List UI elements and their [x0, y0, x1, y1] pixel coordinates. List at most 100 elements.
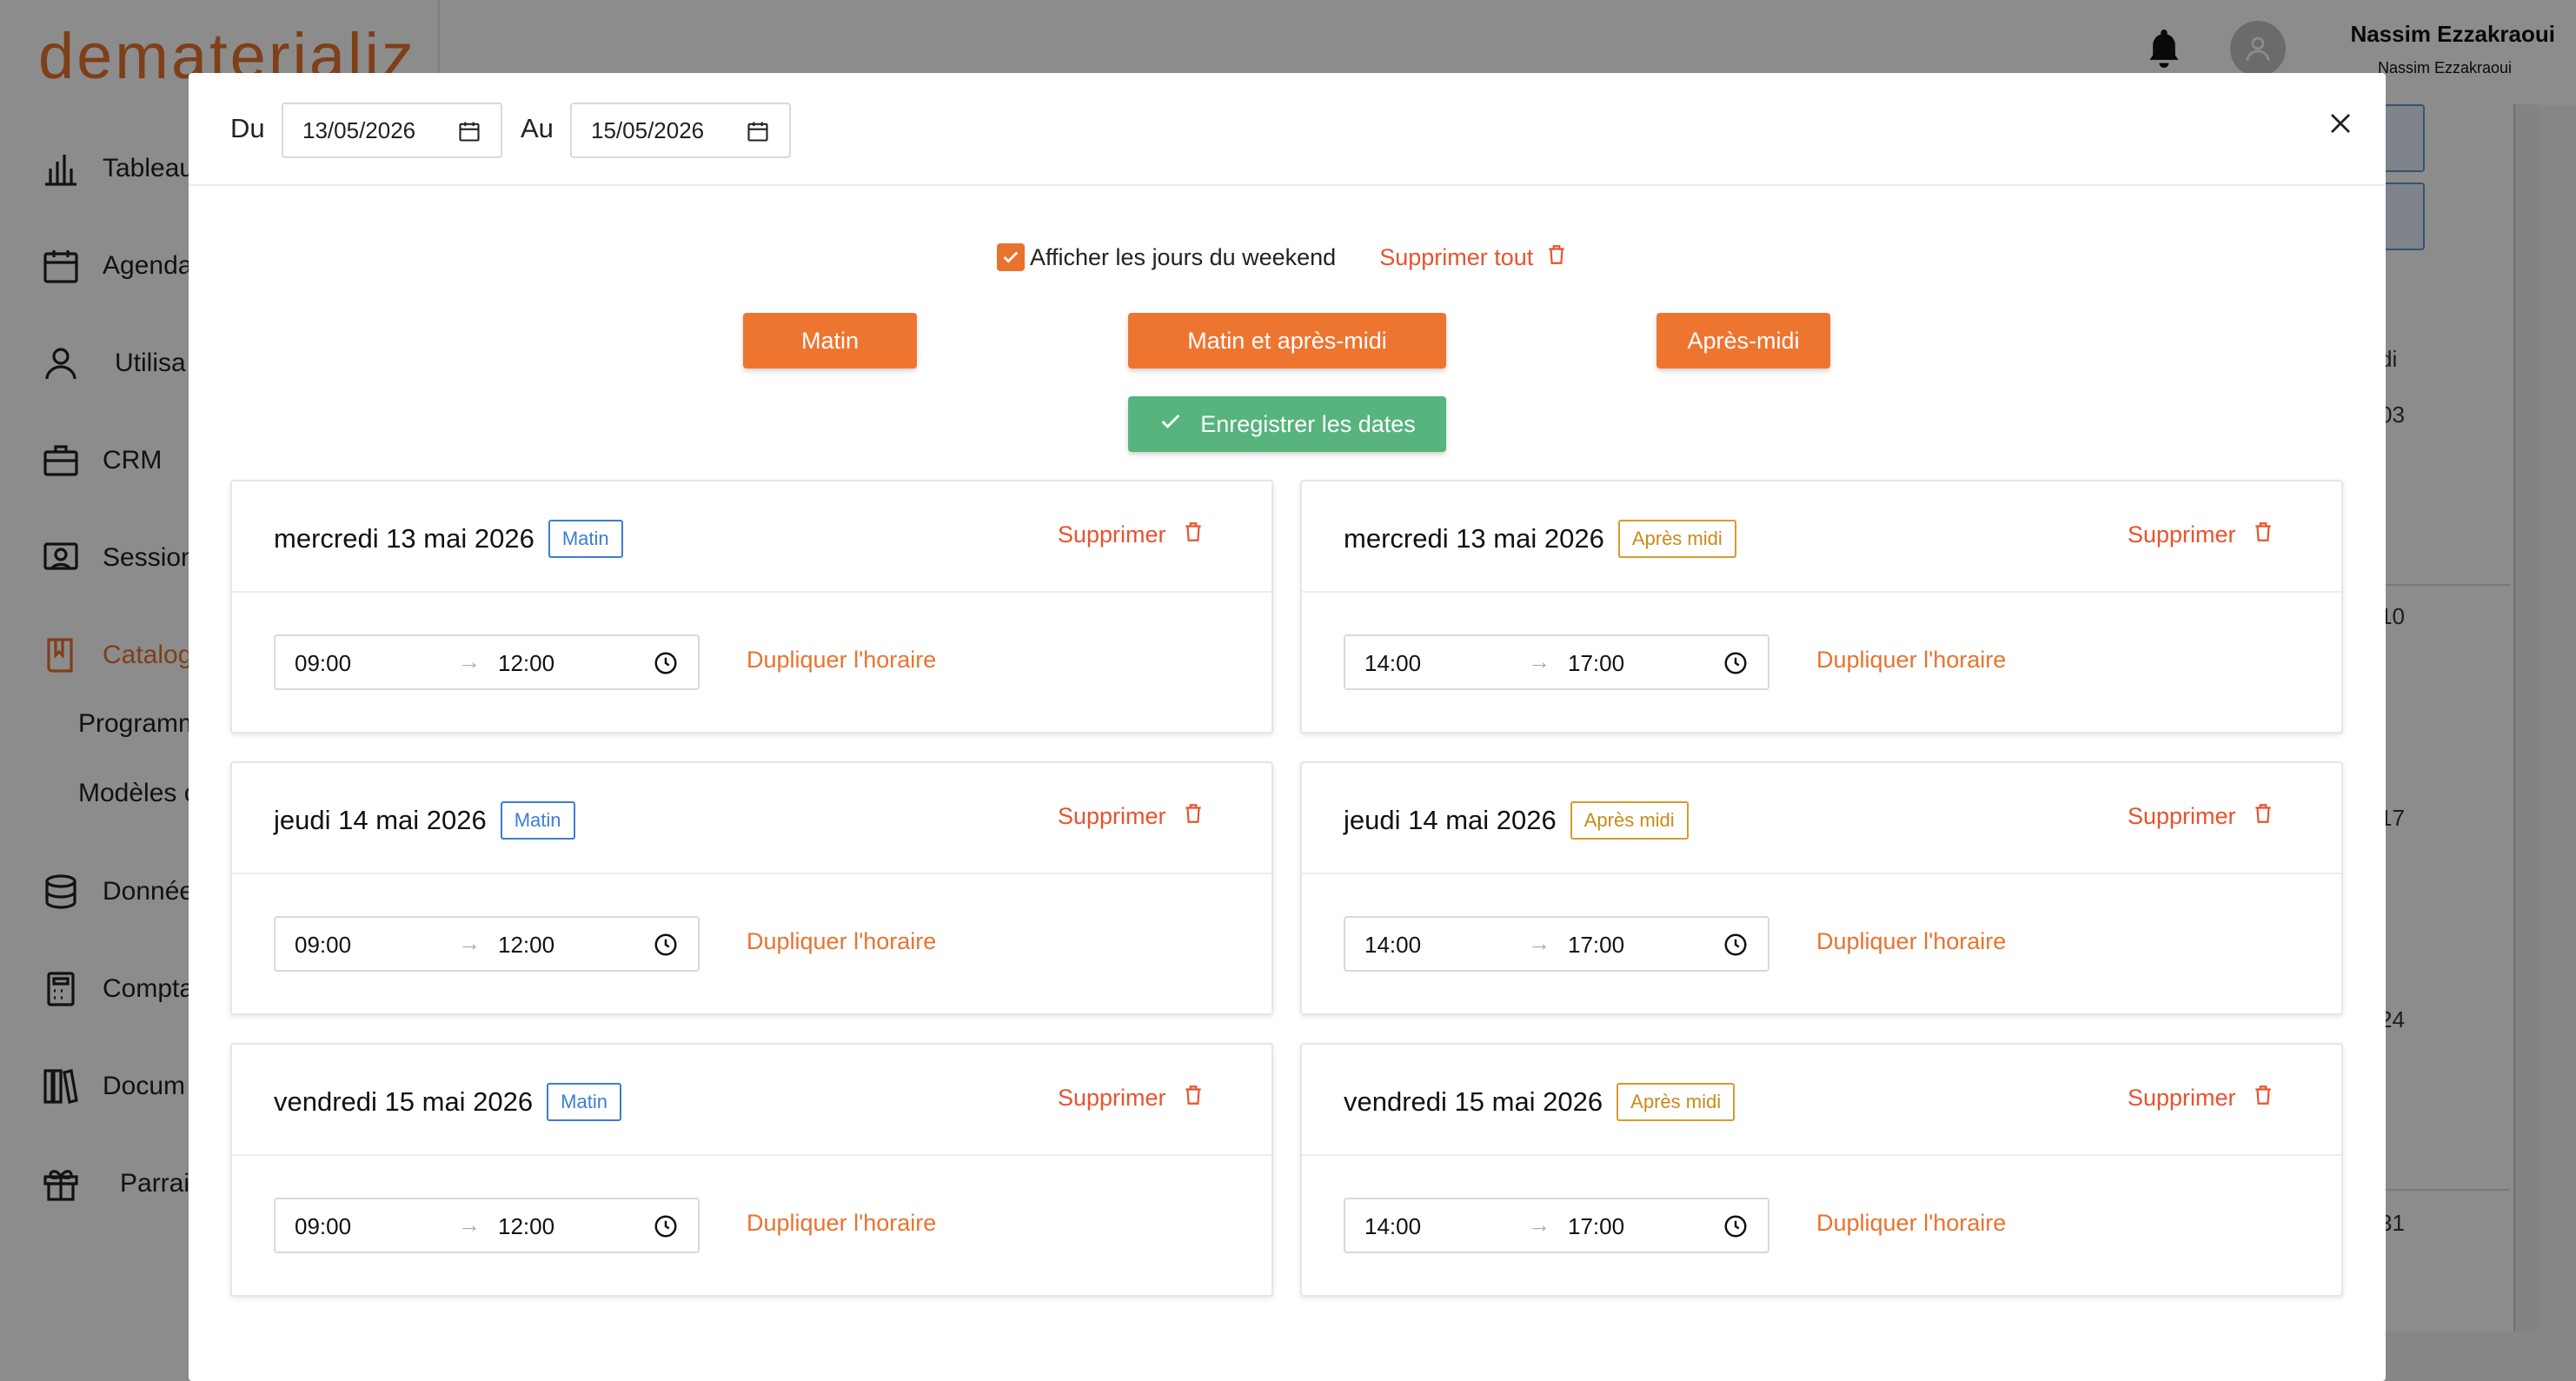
start-time[interactable]: 14:00 [1364, 932, 1421, 959]
slot-card: jeudi 14 mai 2026 Matin Supprimer 09:00 → 12:… [230, 761, 1273, 1015]
slot-card: vendredi 15 mai 2026 Matin Supprimer 09:00 →… [230, 1043, 1273, 1297]
slot-date-text: vendredi 15 mai 2026 [1344, 1086, 1603, 1117]
delete-slot-label: Supprimer [2128, 803, 2236, 829]
arrow-icon: → [1528, 930, 1550, 956]
delete-slot-button[interactable]: Supprimer [1058, 1083, 1205, 1113]
slot-card-header: mercredi 13 mai 2026 Après midi Supprimer [1302, 481, 2341, 593]
morning-afternoon-button[interactable]: Matin et après-midi [1128, 313, 1446, 368]
delete-all-button[interactable]: Supprimer tout [1379, 242, 1568, 273]
delete-slot-button[interactable]: Supprimer [2128, 520, 2274, 550]
weekend-checkbox[interactable] [997, 243, 1025, 271]
start-time[interactable]: 14:00 [1364, 650, 1421, 677]
to-label: Au [521, 113, 554, 143]
from-date-input[interactable]: 13/05/2026 [282, 103, 502, 158]
end-time[interactable]: 12:00 [498, 650, 554, 677]
slot-period-badge: Matin [547, 1083, 621, 1121]
clock-icon [653, 932, 679, 958]
time-range-input[interactable]: 14:00 → 17:00 [1344, 916, 1769, 972]
weekend-options: Afficher les jours du weekend Supprimer … [997, 240, 1568, 275]
save-dates-button[interactable]: Enregistrer les dates [1128, 396, 1446, 452]
duplicate-schedule-link[interactable]: Dupliquer l'horaire [747, 928, 936, 955]
slot-card: mercredi 13 mai 2026 Après midi Supprimer 1… [1300, 480, 2343, 734]
slot-period-badge: Après midi [1617, 520, 1736, 558]
slot-date-text: mercredi 13 mai 2026 [274, 523, 534, 554]
delete-slot-label: Supprimer [1058, 521, 1166, 548]
time-range-input[interactable]: 09:00 → 12:00 [274, 634, 700, 690]
start-time[interactable]: 14:00 [1364, 1213, 1421, 1240]
calendar-icon [746, 119, 770, 143]
morning-button[interactable]: Matin [743, 313, 917, 368]
clock-icon [1723, 932, 1749, 958]
close-button[interactable] [2323, 108, 2358, 143]
time-range-input[interactable]: 14:00 → 17:00 [1344, 634, 1769, 690]
date-range-modal: Du 13/05/2026 Au 15/05/2026 Afficher les… [189, 73, 2386, 1381]
slot-card-header: jeudi 14 mai 2026 Matin Supprimer [232, 763, 1271, 874]
trash-icon [2252, 801, 2274, 832]
from-label: Du [230, 113, 265, 143]
slot-date: jeudi 14 mai 2026 Après midi [1344, 801, 1689, 840]
delete-slot-label: Supprimer [1058, 1085, 1166, 1111]
trash-icon [1182, 801, 1205, 832]
time-range-input[interactable]: 09:00 → 12:00 [274, 1198, 700, 1253]
arrow-icon: → [1528, 1212, 1550, 1238]
slot-period-badge: Après midi [1570, 801, 1689, 840]
delete-slot-label: Supprimer [2128, 521, 2236, 548]
duplicate-schedule-link[interactable]: Dupliquer l'horaire [1816, 647, 2006, 674]
end-time[interactable]: 17:00 [1568, 650, 1624, 677]
slot-card: mercredi 13 mai 2026 Matin Supprimer 09:00 →… [230, 480, 1273, 734]
trash-icon [2252, 1083, 2274, 1113]
arrow-icon: → [458, 1212, 481, 1238]
clock-icon [653, 650, 679, 676]
start-time[interactable]: 09:00 [295, 650, 351, 677]
delete-slot-button[interactable]: Supprimer [2128, 801, 2274, 832]
end-time[interactable]: 17:00 [1568, 1213, 1624, 1240]
slot-date: jeudi 14 mai 2026 Matin [274, 801, 575, 840]
duplicate-schedule-link[interactable]: Dupliquer l'horaire [1816, 928, 2006, 955]
slot-date-text: jeudi 14 mai 2026 [274, 805, 487, 835]
clock-icon [1723, 1213, 1749, 1239]
from-date-value: 13/05/2026 [302, 116, 416, 143]
start-time[interactable]: 09:00 [295, 932, 351, 959]
arrow-icon: → [458, 648, 481, 674]
arrow-icon: → [1528, 648, 1550, 674]
delete-slot-button[interactable]: Supprimer [2128, 1083, 2274, 1113]
slot-card-header: vendredi 15 mai 2026 Matin Supprimer [232, 1045, 1271, 1156]
duplicate-schedule-link[interactable]: Dupliquer l'horaire [747, 647, 936, 674]
close-icon [2327, 110, 2354, 141]
delete-slot-button[interactable]: Supprimer [1058, 520, 1205, 550]
modal-header: Du 13/05/2026 Au 15/05/2026 [189, 73, 2386, 186]
end-time[interactable]: 17:00 [1568, 932, 1624, 959]
trash-icon [1182, 1083, 1205, 1113]
arrow-icon: → [458, 930, 481, 956]
slot-date-text: mercredi 13 mai 2026 [1344, 523, 1604, 554]
slot-date: vendredi 15 mai 2026 Après midi [1344, 1083, 1736, 1121]
delete-slot-label: Supprimer [2128, 1085, 2236, 1111]
weekend-label[interactable]: Afficher les jours du weekend [1030, 244, 1336, 271]
clock-icon [1723, 650, 1749, 676]
slot-date: mercredi 13 mai 2026 Après midi [1344, 520, 1736, 558]
clock-icon [653, 1213, 679, 1239]
slot-period-badge: Matin [500, 801, 575, 840]
start-time[interactable]: 09:00 [295, 1213, 351, 1240]
slot-date-text: jeudi 14 mai 2026 [1344, 805, 1557, 835]
end-time[interactable]: 12:00 [498, 932, 554, 959]
slot-date: vendredi 15 mai 2026 Matin [274, 1083, 621, 1121]
afternoon-button[interactable]: Après-midi [1656, 313, 1830, 368]
trash-icon [1182, 520, 1205, 550]
trash-icon [1545, 242, 1568, 273]
slot-period-badge: Après midi [1617, 1083, 1736, 1121]
slot-date-text: vendredi 15 mai 2026 [274, 1086, 534, 1117]
slot-card-header: jeudi 14 mai 2026 Après midi Supprimer [1302, 763, 2341, 874]
delete-slot-button[interactable]: Supprimer [1058, 801, 1205, 832]
end-time[interactable]: 12:00 [498, 1213, 554, 1240]
to-date-input[interactable]: 15/05/2026 [570, 103, 791, 158]
duplicate-schedule-link[interactable]: Dupliquer l'horaire [747, 1210, 936, 1237]
slot-card-header: mercredi 13 mai 2026 Matin Supprimer [232, 481, 1271, 593]
slot-period-badge: Matin [548, 520, 623, 558]
time-range-input[interactable]: 09:00 → 12:00 [274, 916, 700, 972]
delete-all-label: Supprimer tout [1379, 243, 1534, 270]
slot-card: vendredi 15 mai 2026 Après midi Supprimer 1… [1300, 1043, 2343, 1297]
time-range-input[interactable]: 14:00 → 17:00 [1344, 1198, 1769, 1253]
check-icon [1159, 409, 1183, 440]
duplicate-schedule-link[interactable]: Dupliquer l'horaire [1816, 1210, 2006, 1237]
